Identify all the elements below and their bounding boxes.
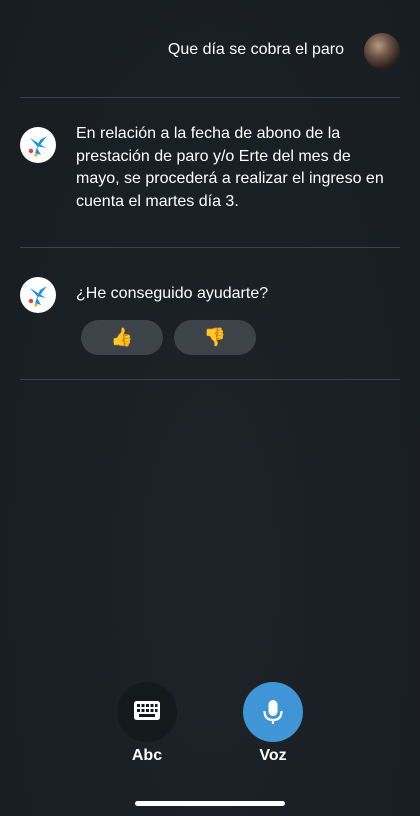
microphone-icon — [263, 700, 283, 724]
voice-mode-label: Voz — [259, 747, 287, 764]
bot-avatar — [20, 127, 56, 163]
thumbs-up-icon: 👍 — [110, 327, 134, 347]
bot-avatar — [20, 277, 56, 313]
message-divider — [20, 97, 400, 98]
thumbs-down-button[interactable]: 👎 — [174, 320, 256, 355]
bot-answer-text: En relación a la fecha de abono de la pr… — [76, 125, 384, 210]
thumbs-down-icon: 👎 — [203, 327, 227, 347]
thumbs-up-button[interactable]: 👍 — [81, 320, 163, 355]
user-avatar — [364, 33, 400, 69]
caixabank-star-logo-icon — [28, 136, 47, 157]
keyboard-mode-button[interactable] — [117, 682, 177, 742]
caixabank-star-logo-icon — [28, 286, 47, 307]
keyboard-mode-label: Abc — [131, 747, 163, 764]
keyboard-icon — [134, 701, 160, 720]
user-message-text: Que día se cobra el paro — [167, 41, 344, 58]
voice-mode-button[interactable] — [243, 682, 303, 742]
bot-question-text: ¿He conseguido ayudarte? — [76, 285, 269, 302]
message-divider — [20, 379, 400, 380]
home-indicator[interactable] — [135, 801, 285, 806]
message-divider — [20, 247, 400, 248]
user-message-row: Que día se cobra el paro — [0, 30, 420, 74]
